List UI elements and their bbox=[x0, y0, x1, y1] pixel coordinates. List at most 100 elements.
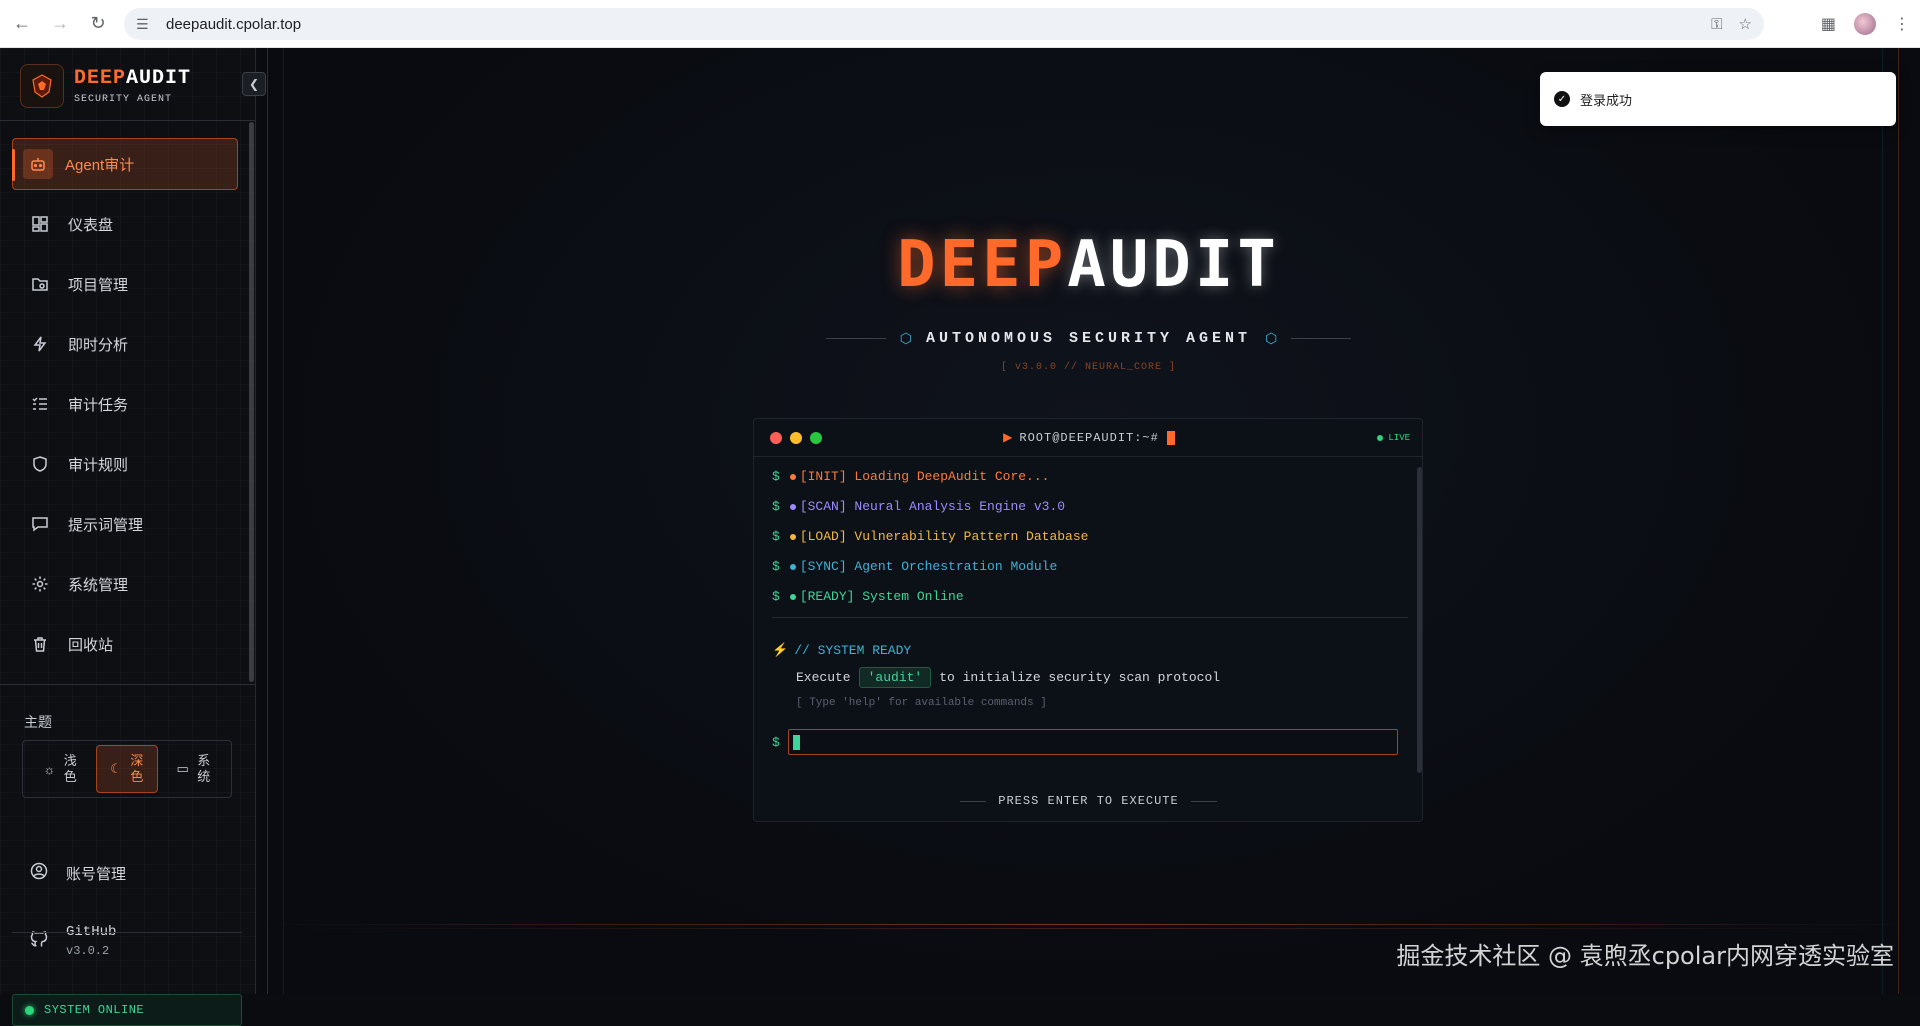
address-bar[interactable]: ☰ deepaudit.cpolar.top ⚿ ☆ bbox=[124, 8, 1764, 40]
login-success-toast: ✓ 登录成功 bbox=[1540, 72, 1896, 126]
sidebar-item-system[interactable]: 系统管理 bbox=[12, 558, 238, 610]
theme-option-label: 深色 bbox=[130, 753, 144, 784]
terminal-body: $ [INIT] Loading DeepAudit Core... $ [SCAN… bbox=[754, 457, 1422, 821]
sidebar-item-recycle-bin[interactable]: 回收站 bbox=[12, 618, 238, 670]
more-menu-icon[interactable]: ⋮ bbox=[1894, 14, 1910, 34]
sidebar: DEEPAUDIT SECURITY AGENT ❮ Agent审计 仪表盘 项… bbox=[0, 48, 266, 1026]
site-settings-icon[interactable]: ☰ bbox=[136, 16, 156, 33]
sidebar-item-audit-rules[interactable]: 审计规则 bbox=[12, 438, 238, 490]
account-management-link[interactable]: 账号管理 bbox=[30, 862, 126, 884]
sidebar-item-instant-analysis[interactable]: 即时分析 bbox=[12, 318, 238, 370]
command-input[interactable] bbox=[787, 729, 1398, 755]
status-dot-icon bbox=[25, 1005, 34, 1015]
hero-subtitle: ⬡ AUTONOMOUS SECURITY AGENT ⬡ bbox=[257, 330, 1920, 347]
sidebar-item-projects[interactable]: 项目管理 bbox=[12, 258, 238, 310]
sidebar-item-label: 即时分析 bbox=[68, 336, 129, 354]
theme-option-label: 浅色 bbox=[63, 753, 77, 784]
shield-icon: ⬡ bbox=[1265, 330, 1278, 346]
frame-line bbox=[267, 48, 268, 994]
forward-icon[interactable]: → bbox=[44, 8, 76, 40]
monitor-icon: ▭ bbox=[176, 761, 189, 776]
gear-icon bbox=[30, 574, 50, 594]
dashboard-icon bbox=[30, 214, 50, 234]
log-line: $ [READY] System Online bbox=[772, 589, 964, 604]
system-status-badge: SYSTEM ONLINE bbox=[12, 994, 242, 1026]
reload-icon[interactable]: ↻ bbox=[82, 8, 114, 40]
brand-subtitle: SECURITY AGENT bbox=[74, 94, 173, 105]
back-icon[interactable]: ← bbox=[6, 8, 38, 40]
watermark: 掘金技术社区 @ 袁煦丞cpolar内网穿透实验室 bbox=[1396, 942, 1894, 970]
help-hint: [ Type 'help' for available commands ] bbox=[796, 697, 1047, 709]
theme-option-light[interactable]: ☼ 浅色 bbox=[29, 745, 92, 793]
folder-icon bbox=[30, 274, 50, 294]
deepaudit-logo-icon bbox=[20, 64, 64, 108]
divider bbox=[772, 617, 1408, 618]
profile-avatar[interactable] bbox=[1854, 13, 1876, 35]
shield-icon: ⬡ bbox=[899, 330, 912, 346]
live-indicator: LIVE bbox=[1377, 433, 1410, 443]
play-icon: ▶ bbox=[1003, 431, 1014, 445]
divider bbox=[0, 684, 256, 685]
execute-hint: Execute 'audit' to initialize security s… bbox=[796, 667, 1220, 688]
message-icon bbox=[30, 514, 50, 534]
frame-line bbox=[1898, 48, 1899, 994]
frame-line bbox=[283, 48, 284, 994]
github-link[interactable]: GitHub v3.0.2 bbox=[30, 924, 116, 958]
password-key-icon[interactable]: ⚿ bbox=[1711, 16, 1722, 33]
terminal-header: ▶ ROOT@DEEPAUDIT:~# LIVE bbox=[754, 419, 1422, 457]
sun-icon: ☼ bbox=[43, 761, 56, 777]
version-label: v3.0.2 bbox=[66, 944, 110, 958]
sidebar-item-label: 回收站 bbox=[68, 636, 114, 654]
log-line: $ [SYNC] Agent Orchestration Module bbox=[772, 559, 1058, 574]
divider bbox=[0, 120, 256, 121]
press-enter-hint: PRESS ENTER TO EXECUTE bbox=[257, 794, 1920, 808]
frame-line bbox=[257, 928, 1920, 929]
log-line: $ [INIT] Loading DeepAudit Core... bbox=[772, 469, 1050, 484]
theme-switcher: ☼ 浅色 ☾ 深色 ▭ 系统 bbox=[22, 740, 232, 798]
trash-icon bbox=[30, 634, 50, 654]
version-tag: [ v3.0.0 // NEURAL_CORE ] bbox=[1000, 362, 1177, 373]
log-line: $ [LOAD] Vulnerability Pattern Database bbox=[772, 529, 1089, 544]
sidebar-item-label: 审计任务 bbox=[68, 396, 129, 414]
frame-line bbox=[257, 924, 1920, 925]
toast-message: 登录成功 bbox=[1580, 92, 1633, 108]
terminal-title: ▶ ROOT@DEEPAUDIT:~# bbox=[754, 430, 1422, 445]
url-text[interactable]: deepaudit.cpolar.top bbox=[166, 16, 301, 33]
account-label: 账号管理 bbox=[66, 865, 127, 883]
status-text: SYSTEM ONLINE bbox=[44, 1003, 145, 1017]
sidebar-scrollbar[interactable] bbox=[249, 122, 254, 682]
sidebar-item-label: 项目管理 bbox=[68, 276, 129, 294]
extensions-icon[interactable]: ▦ bbox=[1821, 14, 1836, 34]
audit-command-code: 'audit' bbox=[858, 667, 932, 688]
system-ready-label: ⚡// SYSTEM READY bbox=[772, 643, 912, 658]
sidebar-item-label: 提示词管理 bbox=[68, 516, 144, 534]
terminal-window: ▶ ROOT@DEEPAUDIT:~# LIVE $ [INIT] Loading … bbox=[753, 418, 1423, 822]
sidebar-item-prompts[interactable]: 提示词管理 bbox=[12, 498, 238, 550]
user-circle-icon bbox=[30, 862, 48, 884]
sidebar-item-dashboard[interactable]: 仪表盘 bbox=[12, 198, 238, 250]
bookmark-star-icon[interactable]: ☆ bbox=[1739, 15, 1752, 33]
brand[interactable]: DEEPAUDIT SECURITY AGENT bbox=[20, 64, 191, 108]
sidebar-item-label: Agent审计 bbox=[65, 156, 135, 174]
input-caret bbox=[792, 735, 800, 750]
sidebar-item-audit-tasks[interactable]: 审计任务 bbox=[12, 378, 238, 430]
theme-option-dark[interactable]: ☾ 深色 bbox=[95, 745, 159, 793]
sidebar-item-label: 系统管理 bbox=[68, 576, 129, 594]
frame-line bbox=[1882, 48, 1883, 994]
sidebar-item-label: 审计规则 bbox=[68, 456, 129, 474]
lightning-icon bbox=[30, 334, 50, 354]
terminal-scrollbar[interactable] bbox=[1417, 467, 1422, 773]
moon-icon: ☾ bbox=[110, 761, 122, 776]
theme-option-system[interactable]: ▭ 系统 bbox=[162, 745, 225, 793]
list-check-icon bbox=[30, 394, 50, 414]
sidebar-item-agent-audit[interactable]: Agent审计 bbox=[12, 138, 238, 190]
check-circle-icon: ✓ bbox=[1554, 91, 1570, 107]
theme-label: 主题 bbox=[24, 714, 52, 730]
command-input-row: $ bbox=[772, 729, 1398, 755]
main-content: DEEPAUDIT ⬡ AUTONOMOUS SECURITY AGENT ⬡ … bbox=[257, 48, 1920, 994]
collapse-sidebar-button[interactable]: ❮ bbox=[242, 72, 266, 96]
robot-icon bbox=[23, 149, 53, 179]
lightning-icon: ⚡ bbox=[772, 643, 789, 658]
browser-toolbar: ← → ↻ ☰ deepaudit.cpolar.top ⚿ ☆ ▦ ⋮ bbox=[0, 0, 1920, 48]
hero-title: DEEPAUDIT bbox=[897, 228, 1280, 302]
